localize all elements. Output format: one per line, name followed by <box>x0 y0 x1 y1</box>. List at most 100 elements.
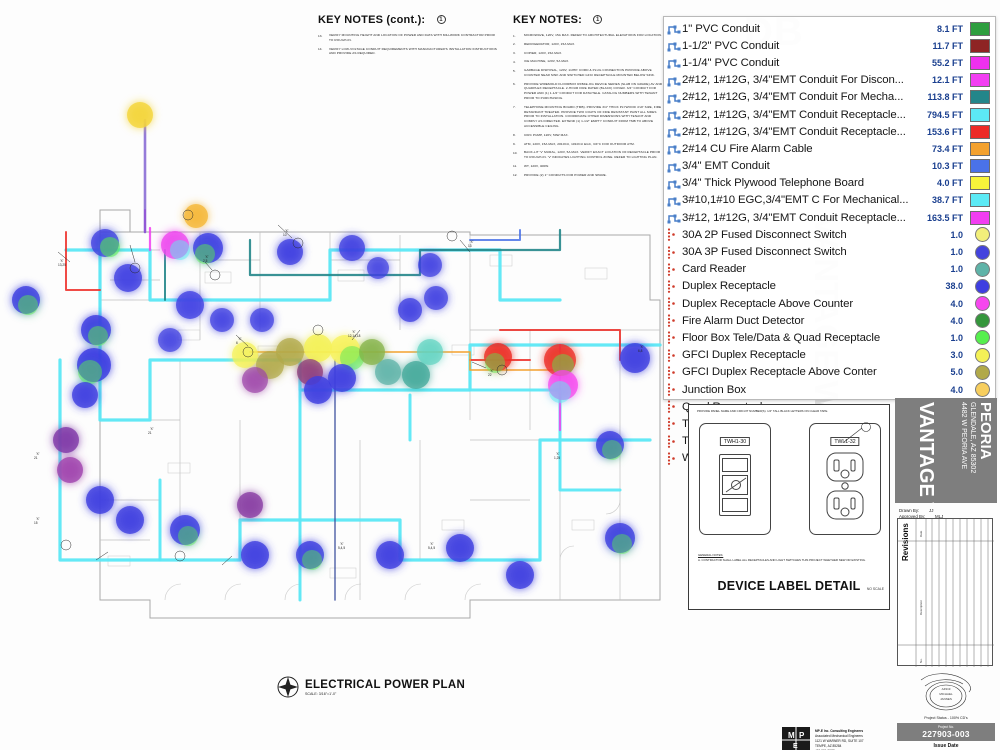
svg-text:5,4,5: 5,4,5 <box>428 546 435 550</box>
svg-text:JANNES: JANNES <box>940 697 952 701</box>
plan-title-scale: SCALE: 3/16"=1'-0" <box>305 691 337 696</box>
legend-swatch-wrap <box>967 330 990 346</box>
keynote-item: 8. CIRC PUMP, 120V, 50W MAX. <box>513 133 665 138</box>
drawn-by-value: JJ <box>929 508 934 513</box>
svg-text:21: 21 <box>148 431 152 435</box>
legend-row[interactable]: 2#12, 1#12G, 3/4"EMT Conduit For Mecha..… <box>664 89 995 106</box>
keynote-text: VERIFY LOW-VOLTAGE CONDUIT REQUIREMENTS … <box>329 46 497 56</box>
legend-label: Junction Box <box>682 383 747 396</box>
device-point-icon <box>667 245 682 259</box>
legend-color-dot <box>975 364 990 380</box>
keynotes-continued-list: 13. VERIFY MOUNTING HEIGHT AND LOCATION O… <box>318 33 498 56</box>
legend-label: 3/4" Thick Plywood Telephone Board <box>682 177 864 190</box>
keynote-item: 1. MICROWAVE, 120V, 15A MAX. REFER TO ARC… <box>513 33 665 38</box>
legend-row[interactable]: Floor Box Tele/Data & Quad Receptacle 1.0 <box>664 329 995 346</box>
legend-label: Fire Alarm Duct Detector <box>682 314 805 327</box>
keynote-text: REFRIGERATOR, 120V, 15A MAX. <box>524 41 576 46</box>
engineer-stamp: AZ319 MICHAEL JANNES <box>920 673 971 711</box>
keynote-item: 11. WT, 120V, 400W. <box>513 164 665 169</box>
legend-row[interactable]: GFCI Duplex Receptacle Above Conter 5.0 <box>664 364 995 381</box>
keynote-item: 6. PROVIDE WIREMOLD FLOORBOX RFB4E-OG DEV… <box>513 82 665 101</box>
legend-row[interactable]: 1-1/2" PVC Conduit 11.7 FT <box>664 37 995 54</box>
legend-row[interactable]: 3/4" EMT Conduit 10.3 FT <box>664 158 995 175</box>
conduit-line-icon <box>667 22 682 35</box>
quantity-legend-panel[interactable]: 1" PVC Conduit 8.1 FT 1-1/2" PVC Conduit 11… <box>663 16 996 466</box>
keynote-text: MICROWAVE, 120V, 15A MAX. REFER TO ARCHI… <box>524 33 662 37</box>
legend-quantity: 10.3 FT <box>931 161 963 172</box>
legend-row[interactable]: 3#10,1#10 EGC,3/4"EMT C For Mechanical..… <box>664 192 995 209</box>
legend-color-swatch <box>970 141 990 156</box>
legend-row[interactable]: Fire Alarm Duct Detector 4.0 <box>664 312 995 329</box>
svg-text:1,25: 1,25 <box>554 456 560 460</box>
legend-row[interactable]: 1-1/4" PVC Conduit 55.2 FT <box>664 54 995 71</box>
revisions-grid: Date Description No. <box>898 519 994 667</box>
detail-callout-leader <box>843 422 871 443</box>
title-block: VANTAGE WEST CU 4482 W PEORIA AVE GLENDA… <box>895 398 997 750</box>
legend-swatch-wrap <box>967 244 990 260</box>
legend-swatch-wrap <box>967 382 990 398</box>
device-detail-scale: NO SCALE <box>866 587 884 591</box>
legend-color-swatch <box>970 159 990 174</box>
legend-swatch-wrap <box>967 176 990 191</box>
keynote-number: 9. <box>513 142 516 146</box>
legend-swatch-wrap <box>967 21 990 36</box>
legend-row[interactable]: 3#12, 1#12G, 3/4"EMT Conduit Receptacle.… <box>664 209 995 226</box>
legend-color-dot <box>975 313 990 329</box>
conduit-line-icon <box>667 74 682 87</box>
keynote-number: 2. <box>513 42 516 47</box>
device-detail-general-notes: GENERAL NOTES: A. CONTRACTOR SHALL LABEL… <box>698 553 866 562</box>
keynotes-block: KEY NOTES: 1 1. MICROWAVE, 120V, 15A MAX.… <box>513 14 665 181</box>
conduit-line-icon <box>667 177 682 190</box>
svg-text:22: 22 <box>488 373 492 377</box>
legend-quantity: 113.8 FT <box>927 92 963 103</box>
legend-label: 30A 2P Fused Disconnect Switch <box>682 228 847 241</box>
device-detail-top-note: PROVIDE PANEL NAME AND CIRCUIT NUMBER(S)… <box>697 409 829 413</box>
device-point-icon <box>667 297 682 310</box>
legend-row[interactable]: Duplex Receptacle Above Counter 4.0 <box>664 295 995 312</box>
keynote-number: 6. <box>513 82 516 87</box>
legend-color-swatch <box>970 107 990 122</box>
legend-row[interactable]: 2#12, 1#12G, 3/4"EMT Conduit For Discon.… <box>664 72 995 89</box>
project-number-value: 227903-003 <box>922 728 970 739</box>
client-address-1: 4482 W PEORIA AVE <box>960 402 967 470</box>
legend-row[interactable]: 3/4" Thick Plywood Telephone Board 4.0 FT <box>664 175 995 192</box>
device-label-detail-panel: PROVIDE PANEL NAME AND CIRCUIT NUMBER(S)… <box>688 404 890 610</box>
legend-row[interactable]: 2#12, 1#12G, 3/4"EMT Conduit Receptacle.… <box>664 123 995 140</box>
svg-text:M: M <box>788 731 795 740</box>
keynotes-title: KEY NOTES: 1 <box>513 14 665 26</box>
legend-row[interactable]: GFCI Duplex Receptacle 3.0 <box>664 347 995 364</box>
legend-row[interactable]: Junction Box 4.0 <box>664 381 995 398</box>
keynotes-continued-title-text: KEY NOTES (cont.): <box>318 14 426 26</box>
legend-row[interactable]: Card Reader 1.0 <box>664 261 995 278</box>
legend-row[interactable]: 1" PVC Conduit 8.1 FT <box>664 20 995 37</box>
legend-row[interactable]: 2#14 CU Fire Alarm Cable 73.4 FT <box>664 140 995 157</box>
svg-text:2,5: 2,5 <box>203 259 208 263</box>
device-point-icon <box>667 314 682 328</box>
keynote-number: 11. <box>513 164 518 169</box>
legend-color-swatch <box>970 21 990 36</box>
keynote-tag-icon: 1 <box>436 15 446 24</box>
legend-color-dot <box>975 227 990 243</box>
legend-quantity: 4.0 <box>950 315 963 326</box>
legend-quantity: 73.4 FT <box>931 143 963 154</box>
conduit-line-icon <box>667 211 682 224</box>
client-name: VANTAGE WEST CU <box>915 402 937 503</box>
legend-row[interactable]: 30A 3P Fused Disconnect Switch 1.0 <box>664 243 995 260</box>
legend-row[interactable]: 30A 2P Fused Disconnect Switch 1.0 <box>664 226 995 243</box>
legend-row[interactable]: 2#12, 1#12G, 3/4"EMT Conduit Receptacle.… <box>664 106 995 123</box>
legend-label: Floor Box Tele/Data & Quad Receptacle <box>682 331 881 344</box>
legend-quantity: 4.0 <box>950 298 963 309</box>
keynote-number: 7. <box>513 105 516 110</box>
legend-row[interactable]: Duplex Receptacle 38.0 <box>664 278 995 295</box>
keynote-text: PROVIDE WIREMOLD FLOORBOX RFB4E-OG DEVIC… <box>524 81 663 101</box>
keynote-number: 10. <box>513 150 518 155</box>
keynote-text: BACK-LIT 'V' MURAL, 120V, 5A MAX. VERIFY… <box>524 150 661 160</box>
keynote-text: PROVIDE (2) 1" CONDUITS FOR POWER AND SP… <box>524 172 607 177</box>
device-point-icon <box>667 417 682 431</box>
revisions-table: Revisions Date Description No. <box>897 518 994 667</box>
svg-text:15: 15 <box>34 521 38 525</box>
legend-swatch-wrap <box>967 313 990 329</box>
legend-color-dot <box>975 244 990 260</box>
svg-text:No.: No. <box>919 658 923 663</box>
conduit-line-icon <box>667 142 682 155</box>
